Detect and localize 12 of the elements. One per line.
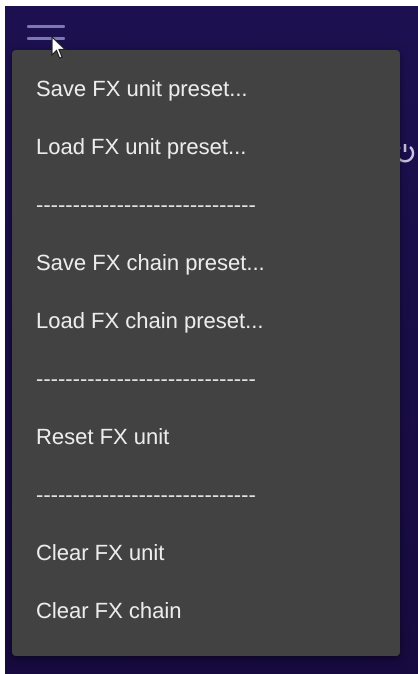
menu-separator: ------------------------------	[35, 481, 257, 509]
menu-item[interactable]: Clear FX unit	[12, 524, 188, 582]
menu-item[interactable]: Load FX chain preset...	[12, 292, 288, 350]
menu-item[interactable]: Save FX chain preset...	[12, 234, 289, 292]
menu-item[interactable]: Load FX unit preset...	[12, 118, 270, 176]
menu-item[interactable]: Save FX unit preset...	[12, 60, 272, 118]
menu-separator: ------------------------------	[35, 191, 257, 219]
menu-item[interactable]: Reset FX unit	[12, 408, 194, 466]
menu-separator: ------------------------------	[35, 365, 257, 393]
menu-icon[interactable]	[27, 24, 65, 42]
menu-item[interactable]: Clear FX chain	[12, 582, 206, 640]
cursor-icon	[51, 36, 67, 60]
